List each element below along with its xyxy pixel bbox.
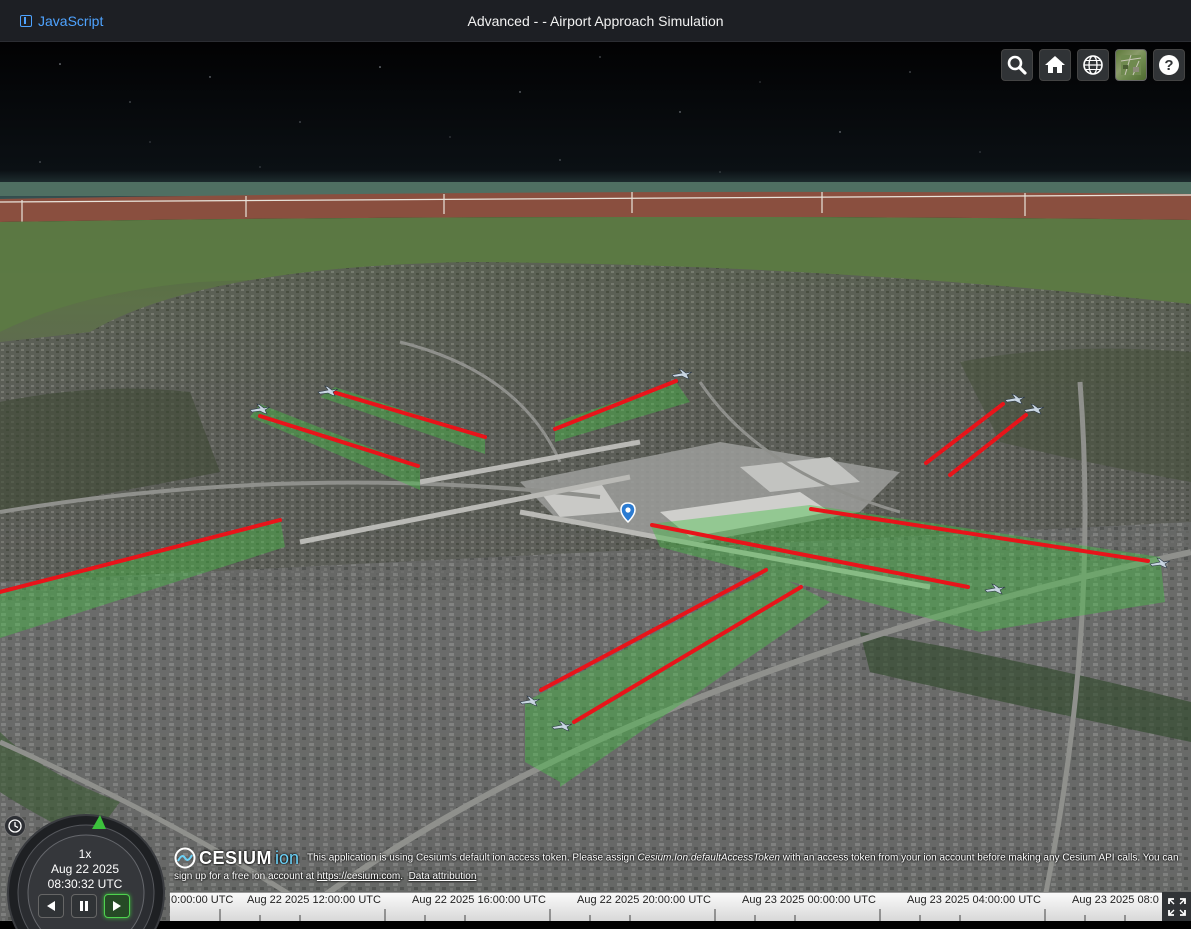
fullscreen-button[interactable]: [1162, 892, 1191, 921]
scene-mode-button[interactable]: [1077, 49, 1109, 81]
cesium-signup-link[interactable]: https://cesium.com: [317, 871, 400, 882]
realtime-clock-button[interactable]: [4, 815, 26, 837]
credits-period: .: [400, 871, 404, 882]
cesium-logo-icon: [174, 847, 196, 869]
animation-speed: 1x: [78, 847, 92, 861]
play-icon: [113, 901, 121, 911]
credits-container: CESIUM ion This application is using Ces…: [174, 847, 1179, 885]
animation-date: Aug 22 2025: [50, 862, 120, 876]
geocoder-button[interactable]: [1001, 49, 1033, 81]
scene-canvas[interactable]: [0, 42, 1191, 921]
pause-icon: [80, 901, 88, 911]
fullscreen-icon: [1167, 897, 1186, 916]
search-icon: [1007, 55, 1027, 75]
help-icon: ?: [1159, 55, 1179, 75]
play-button[interactable]: [104, 894, 130, 918]
help-label: ?: [1164, 57, 1173, 74]
pause-button[interactable]: [71, 894, 97, 918]
timeline-tick-label: Aug 22 2025 16:00:00 UTC: [412, 894, 546, 906]
timeline-tick-label: Aug 23 2025 04:00:00 UTC: [907, 894, 1041, 906]
home-icon: [1045, 56, 1065, 73]
help-button[interactable]: ?: [1153, 49, 1185, 81]
imagery-thumbnail-icon: [1120, 54, 1142, 76]
cesium-ion-logo[interactable]: CESIUM ion: [174, 847, 299, 869]
viewer-toolbar: ?: [1001, 49, 1191, 81]
clock-icon: [8, 819, 22, 833]
play-reverse-icon: [47, 901, 55, 911]
timeline[interactable]: 0:00:00 UTC Aug 22 2025 12:00:00 UTC Aug…: [170, 892, 1162, 921]
token-code: Cesium.Ion.defaultAccessToken: [637, 852, 780, 864]
base-layer-picker-button[interactable]: [1115, 49, 1147, 81]
page-title: Advanced - - Airport Approach Simulation: [467, 13, 724, 29]
timeline-tick-label: Aug 23 2025 08:0: [1072, 894, 1159, 906]
timeline-tick-label: Aug 22 2025 20:00:00 UTC: [577, 894, 711, 906]
top-bar: JavaScript Advanced - - Airport Approach…: [0, 0, 1191, 42]
cesium-viewer-scene[interactable]: [0, 42, 1191, 921]
timeline-tick-label: 0:00:00 UTC: [171, 894, 234, 906]
play-reverse-button[interactable]: [38, 894, 64, 918]
cesium-logo-word: CESIUM: [199, 848, 273, 868]
timeline-tick-label: Aug 23 2025 00:00:00 UTC: [742, 894, 876, 906]
animation-time: 08:30:32 UTC: [47, 877, 123, 891]
home-button[interactable]: [1039, 49, 1071, 81]
data-attribution-link[interactable]: Data attribution: [409, 871, 477, 882]
timeline-tick-label: Aug 22 2025 12:00:00 UTC: [247, 894, 381, 906]
ion-logo-word: ion: [275, 848, 300, 868]
globe-icon: [1083, 55, 1103, 75]
token-warning-text: This application is using Cesium's defau…: [307, 852, 638, 864]
